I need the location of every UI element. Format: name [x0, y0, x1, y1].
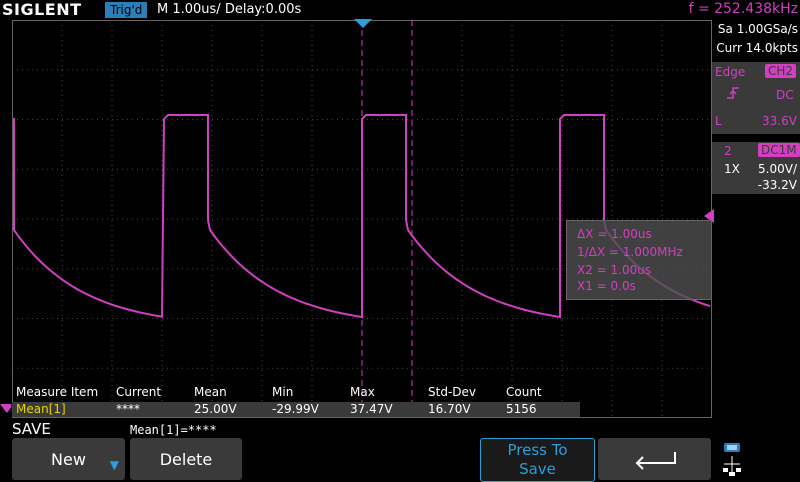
channel-probe: 1X	[724, 162, 740, 176]
timebase-readout: M 1.00us/ Delay:0.00s	[157, 0, 301, 19]
frequency-counter: f = 252.438kHz	[688, 1, 798, 17]
measure-header-min: Min	[272, 385, 294, 399]
back-arrow-icon	[635, 452, 676, 470]
new-button[interactable]: New ▼	[12, 438, 125, 480]
channel2-panel[interactable]: 2 DC1M 1X 5.00V/ -33.2V	[712, 142, 800, 194]
trigger-coupling: DC	[776, 88, 794, 102]
cursor-delta-x: ΔX = 1.00us	[577, 227, 652, 241]
trigger-status-badge: Trig'd	[105, 2, 148, 18]
trigger-source: CH2	[765, 64, 797, 78]
delete-button-label: Delete	[159, 449, 213, 469]
cursor-x1-value: X1 = 0.0s	[577, 279, 636, 293]
measure-row-marker	[2, 406, 12, 413]
delete-button[interactable]: Delete	[130, 438, 242, 480]
brand-logo: SIGLENT	[2, 0, 82, 19]
measure-header-current: Current	[116, 385, 162, 399]
measure-mean: 25.00V	[194, 402, 237, 416]
timebase-value: M 1.00us/	[157, 2, 221, 17]
menu-status-text: Mean[1]=****	[130, 423, 217, 437]
cursor-x2-value: X2 = 1.00us	[577, 263, 652, 277]
waveform-display[interactable]	[12, 20, 712, 418]
measure-count: 5156	[506, 402, 537, 416]
measure-header-stddev: Std-Dev	[428, 385, 476, 399]
channel-scale: 5.00V/	[758, 162, 797, 176]
trigger-level-label: L	[715, 114, 722, 128]
press-to-save-label-line1: Press To	[507, 441, 568, 459]
measure-header-mean: Mean	[194, 385, 227, 399]
rising-edge-icon	[727, 87, 739, 99]
trigger-level-value: 33.6V	[762, 114, 797, 128]
trigger-type: Edge	[715, 65, 746, 79]
sample-rate: Sa 1.00GSa/s	[717, 22, 798, 36]
trigger-panel[interactable]: Edge CH2 DC L 33.6V	[712, 62, 800, 134]
measure-min: -29.99V	[272, 402, 319, 416]
measure-current: ****	[116, 402, 140, 416]
measure-header-count: Count	[506, 385, 542, 399]
press-to-save-label-line2: Save	[519, 460, 556, 478]
measure-table: Measure Item Current Mean Min Max Std-De…	[12, 385, 712, 418]
cursor-inverse-delta-x: 1/ΔX = 1.000MHz	[577, 245, 683, 259]
chevron-down-icon: ▼	[109, 458, 119, 472]
memory-depth: Curr 14.0kpts	[716, 41, 798, 55]
channel-coupling: DC1M	[758, 143, 800, 157]
delay-value: Delay:0.00s	[224, 2, 302, 17]
measure-max: 37.47V	[350, 402, 393, 416]
cursor-info-box: ΔX = 1.00us 1/ΔX = 1.000MHz X2 = 1.00us …	[566, 220, 712, 300]
trigger-position-marker[interactable]	[354, 19, 372, 29]
measure-item-name[interactable]: Mean[1]	[16, 402, 66, 416]
channel-offset: -33.2V	[757, 178, 797, 192]
measure-header-max: Max	[350, 385, 375, 399]
measure-stddev: 16.70V	[428, 402, 471, 416]
measure-header-item: Measure Item	[16, 385, 99, 399]
menu-title: SAVE	[12, 420, 51, 438]
back-button[interactable]	[598, 438, 711, 480]
channel-number: 2	[724, 144, 732, 158]
new-button-label: New	[51, 449, 86, 469]
network-icon	[723, 443, 741, 476]
press-to-save-button[interactable]: Press To Save	[480, 438, 595, 482]
